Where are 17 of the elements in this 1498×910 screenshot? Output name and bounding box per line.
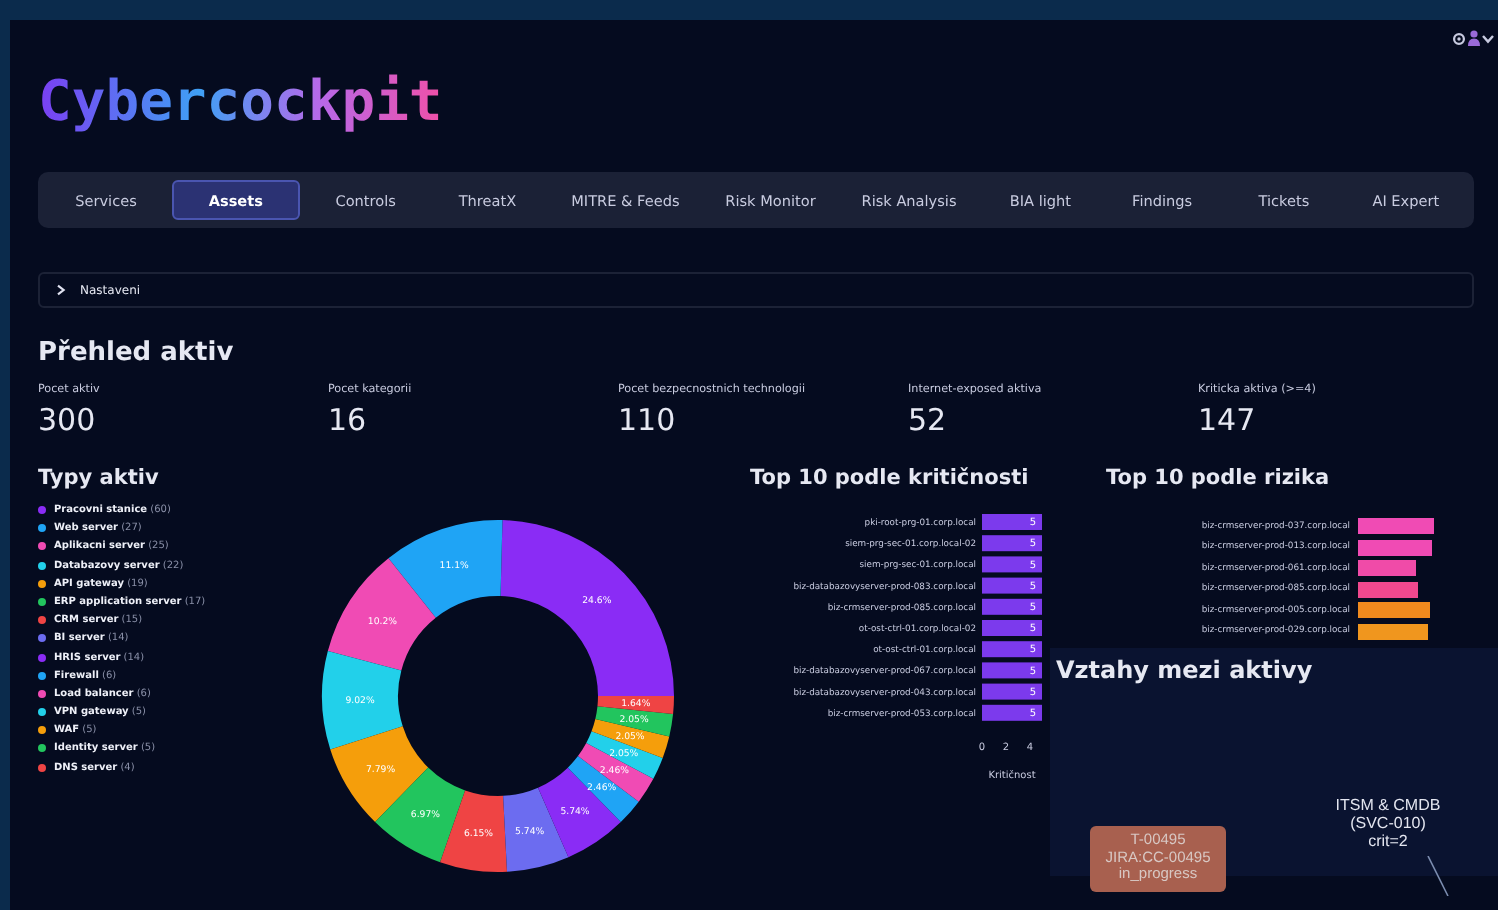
graph-edge	[1426, 855, 1450, 896]
chart-title: Top 10 podle kritičnosti	[748, 466, 1031, 490]
user-icon[interactable]	[1468, 30, 1480, 46]
chart-title: Typy aktiv	[38, 466, 161, 490]
chart-title: Top 10 podle rizika	[1104, 466, 1332, 490]
metric-value: 52	[908, 402, 949, 438]
metric-value: 16	[328, 402, 369, 438]
chevron-down-icon[interactable]	[1482, 33, 1494, 43]
chevron-icon	[56, 284, 66, 296]
node-label: ITSM & CMDB (SVC-010) crit=2	[1333, 795, 1443, 852]
logo: Cybercockpit	[38, 68, 443, 136]
section-title: Přehled aktiv	[38, 338, 236, 368]
metric-value: 147	[1198, 402, 1258, 438]
metric-value: 300	[38, 402, 98, 438]
metric-value: 110	[618, 402, 678, 438]
settings-icon[interactable]	[1452, 31, 1466, 45]
graph-title: Vztahy mezi aktivy	[1054, 653, 1315, 684]
